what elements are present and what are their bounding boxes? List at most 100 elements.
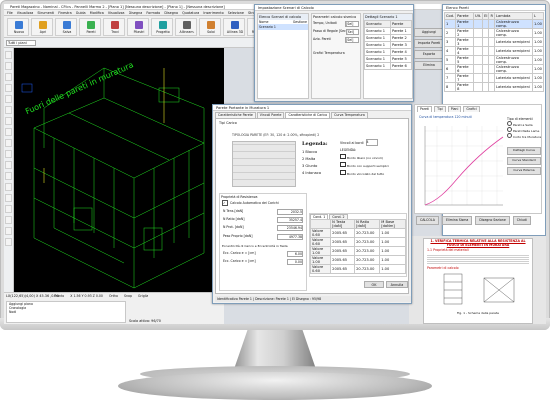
walls-tab[interactable]: Tipi [434, 106, 446, 112]
tool-icon[interactable] [5, 183, 12, 191]
toolbar-button[interactable]: Travi [103, 18, 125, 36]
table-row[interactable]: Scenario 1 Parete 6 [364, 62, 413, 70]
table-row[interactable]: Scenario 1 Parete 1 [364, 27, 413, 35]
table-cell[interactable]: 20.723.00 [354, 264, 381, 274]
curve-button[interactable]: Curva Esterna [507, 167, 541, 175]
table-cell[interactable]: 20.723.00 [354, 228, 381, 238]
tool-icon[interactable] [5, 238, 12, 246]
table-row[interactable]: 8 Parete 8 Laterizio semipieni 1.00 [443, 82, 545, 92]
tool-icon[interactable] [5, 205, 12, 213]
table-row[interactable]: 4 Parete 4 Laterizio semipieni 1.00 [443, 46, 545, 56]
table-cell[interactable]: 1.00 [379, 228, 406, 238]
table-row[interactable]: 1 Parete 1 Calcestruzzo comp. 1.00 [443, 19, 545, 29]
menu-item[interactable]: Disegno [164, 10, 178, 15]
calc-param-field[interactable]: [Sel] [345, 21, 359, 27]
toolbar-button[interactable]: Pareti [79, 18, 101, 36]
walls-tab[interactable]: Grafici [463, 106, 480, 112]
menu-item[interactable]: Visualizza [17, 10, 34, 15]
calc-param-field[interactable]: [Sel] [345, 37, 359, 43]
walls-bottom-button[interactable]: CALCOLA [416, 216, 439, 225]
table-row[interactable]: Scenario 1 Parete 4 [364, 48, 413, 56]
tool-icon[interactable] [5, 227, 12, 235]
walls-bottom-button[interactable]: Chiudi [512, 216, 531, 225]
menu-item[interactable]: Strumenti [37, 10, 54, 15]
table-row[interactable]: Scenario 1 Parete 2 [364, 34, 413, 42]
tool-icon[interactable] [5, 150, 12, 158]
table-row[interactable]: 7 Parete 7 Laterizio semipieni 1.00 [443, 73, 545, 83]
table-cell[interactable]: 20.723.00 [354, 255, 381, 265]
walls-tab[interactable]: Pareti [417, 106, 433, 112]
toolbar-button[interactable]: Progetto [151, 18, 173, 36]
table-row[interactable]: 5 Parete 5 Calcestruzzo comp. 1.00 [443, 55, 545, 65]
tool-icon[interactable] [5, 128, 12, 136]
tool-icon[interactable] [5, 194, 12, 202]
menu-item[interactable]: Finestra [58, 10, 71, 15]
menu-item[interactable]: File [7, 10, 13, 15]
walls-bottom-button[interactable]: Elimina Sisma [441, 216, 473, 225]
walls-bottom-button[interactable]: Disegno Sezione [475, 216, 510, 225]
constraints-value[interactable]: 4 [365, 139, 378, 146]
table-row[interactable]: 6 Parete 6 Calcestruzzo comp. 1.00 [443, 64, 545, 74]
condition-tab[interactable]: Cond. 2 [329, 214, 348, 219]
table-cell[interactable]: 1.00 [379, 255, 406, 265]
tool-icon[interactable] [5, 51, 12, 59]
table-row[interactable]: 2 Parete 2 Calcestruzzo comp. 1.00 [443, 28, 545, 38]
tool-icon[interactable] [5, 84, 12, 92]
toolbar-button[interactable]: Allineam. [175, 18, 197, 36]
menu-item[interactable]: Inserimento [203, 10, 223, 15]
table-cell[interactable]: 2005.65 [330, 246, 356, 256]
condition-tab[interactable]: Cond. 1 [310, 214, 329, 219]
table-cell[interactable]: 2005.65 [330, 255, 356, 265]
property-field[interactable]: 23546.94 [277, 225, 303, 231]
table-row[interactable]: Valore 0.60 2005.65 20.723.00 1.00 [309, 228, 406, 238]
tool-icon[interactable] [5, 62, 12, 70]
tool-icon[interactable] [5, 73, 12, 81]
ecc-field[interactable]: 0.00 [287, 259, 303, 265]
cad-viewport[interactable]: Fuori delle pareti in muratura [14, 48, 224, 292]
menu-item[interactable]: Formato [146, 10, 160, 15]
table-row[interactable]: Valore 0.60 2005.65 20.723.00 1.00 [309, 237, 406, 247]
table-cell[interactable]: 2005.65 [330, 228, 356, 238]
radio-icon[interactable] [507, 121, 512, 126]
tool-icon[interactable] [5, 161, 12, 169]
side-button[interactable]: Aggiungi [414, 28, 444, 37]
tool-icon[interactable] [5, 172, 12, 180]
toolbar-button[interactable]: Salva [55, 18, 77, 36]
table-cell[interactable]: 1.00 [379, 246, 406, 256]
side-option[interactable]: Corto tra Muratura [507, 133, 541, 139]
table-row[interactable]: Scenario 1 Parete 5 [364, 55, 413, 63]
toolbar-button[interactable]: Allinea 3D [223, 18, 245, 36]
curve-button[interactable]: Curva Standard [507, 157, 541, 165]
auto-load-checkbox[interactable]: ✓ [222, 200, 228, 206]
table-row[interactable]: 3 Parete 3 Laterizio semipieni 1.00 [443, 37, 545, 47]
ok-button[interactable]: OK [364, 281, 384, 288]
toolbar-button[interactable]: Apri [31, 18, 53, 36]
floor-combo[interactable]: Tutti i piani [6, 40, 36, 46]
cancel-button[interactable]: Annulla [386, 281, 408, 288]
menu-item[interactable]: Quotatura [182, 10, 199, 15]
tool-icon[interactable] [5, 139, 12, 147]
toolbar-button[interactable]: Solai [199, 18, 221, 36]
menu-item[interactable]: Modifica [90, 10, 104, 15]
table-row[interactable]: Valore 0.60 2005.65 20.723.00 1.00 [309, 264, 406, 274]
table-row[interactable]: Valore 1.00 2005.65 20.723.00 1.00 [309, 246, 406, 256]
table-cell[interactable]: 20.723.00 [354, 246, 381, 256]
tool-icon[interactable] [5, 117, 12, 125]
side-button[interactable]: Esporta [414, 50, 444, 59]
table-cell[interactable]: 1.00 [379, 237, 406, 247]
bottom-list-item[interactable]: Nodi [7, 310, 125, 314]
menu-item[interactable]: Guida [76, 10, 86, 15]
property-field[interactable]: 2032.5 [277, 209, 303, 215]
property-field[interactable]: 35257.4 [277, 217, 303, 223]
table-row[interactable]: Scenario 1 Parete 3 [364, 41, 413, 49]
toolbar-button[interactable]: Nuovo [7, 18, 29, 36]
table-cell[interactable]: 2005.65 [330, 264, 356, 274]
table-cell[interactable]: 2005.65 [330, 237, 356, 247]
menu-item[interactable]: Visualizza [108, 10, 125, 15]
side-button[interactable]: Elimina [414, 61, 444, 70]
walls-tab[interactable]: Piani [447, 106, 462, 112]
menu-item[interactable]: Disegna [129, 10, 143, 15]
table-row[interactable]: Valore 1.00 2005.65 20.723.00 1.00 [309, 255, 406, 265]
menu-item[interactable]: Selezione [228, 10, 244, 15]
table-cell[interactable]: 1.00 [379, 264, 406, 274]
